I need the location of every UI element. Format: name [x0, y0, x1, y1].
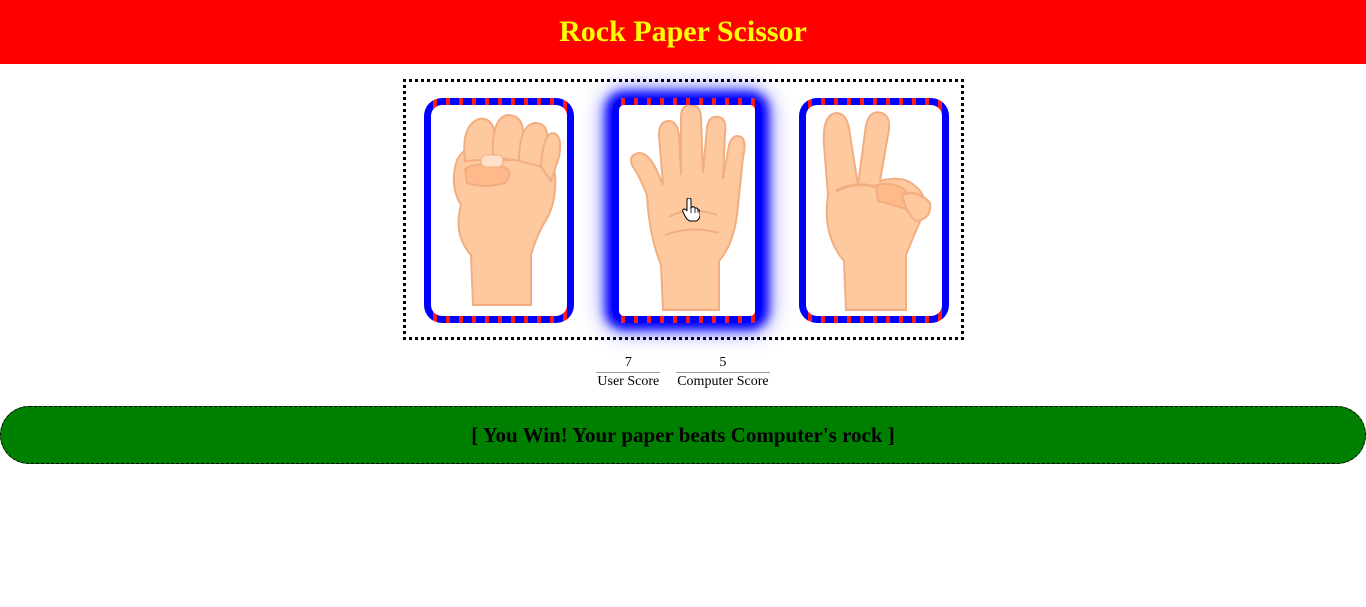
user-score-label: User Score: [597, 374, 660, 389]
user-score: 7 User Score: [596, 355, 661, 391]
result-message: [ You Win! Your paper beats Computer's r…: [471, 422, 895, 447]
page-title: Rock Paper Scissor: [559, 15, 807, 48]
computer-score-label: Computer Score: [677, 374, 769, 389]
score-board: 7 User Score 5 Computer Score: [0, 355, 1366, 391]
rock-hand-icon: [452, 113, 562, 306]
choices-panel: [403, 79, 964, 340]
scissors-choice-button[interactable]: [799, 98, 949, 323]
computer-score-value: 5: [676, 355, 770, 373]
user-score-value: 7: [596, 355, 661, 373]
result-banner: [ You Win! Your paper beats Computer's r…: [0, 406, 1366, 464]
scissors-hand-icon: [822, 111, 932, 311]
app-header: Rock Paper Scissor: [0, 0, 1366, 64]
rock-choice-button[interactable]: [424, 98, 574, 323]
hand-pointer-icon: [682, 198, 700, 222]
computer-score: 5 Computer Score: [676, 355, 770, 391]
